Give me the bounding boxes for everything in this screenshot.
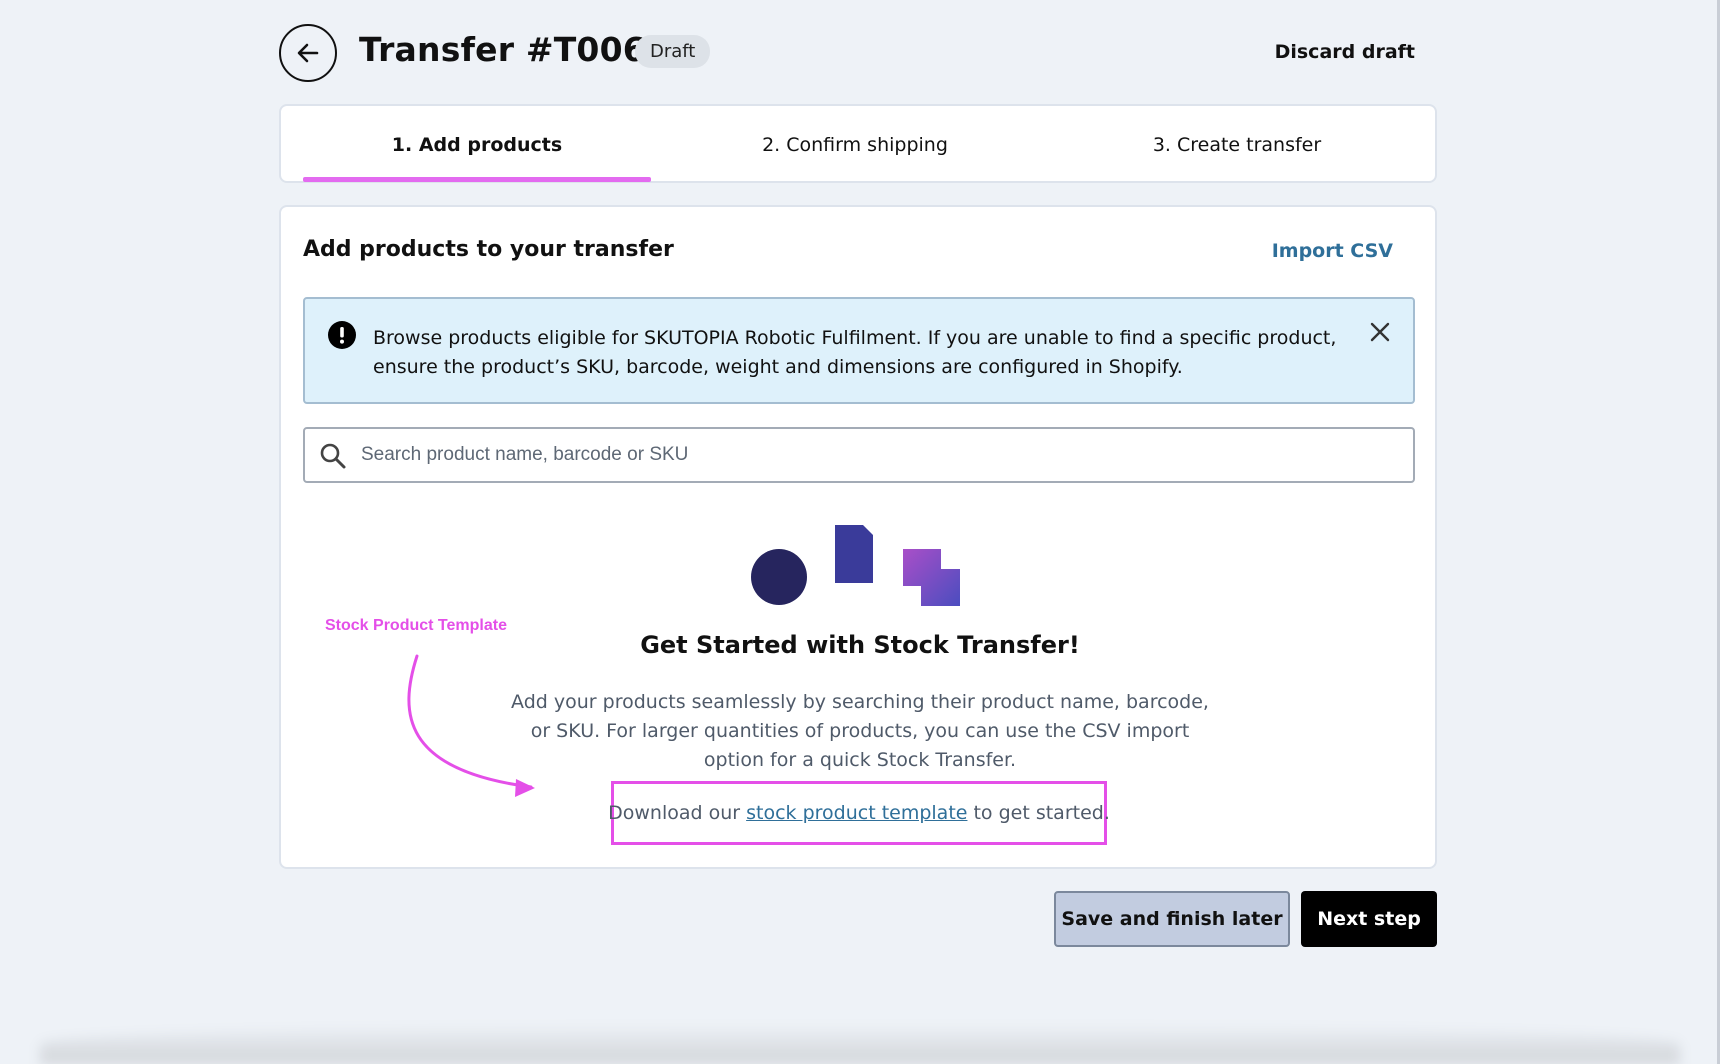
stock-template-link[interactable]: stock product template: [746, 802, 967, 824]
back-button[interactable]: [279, 24, 337, 82]
step-tabs: 1. Add products 2. Confirm shipping 3. C…: [279, 104, 1437, 183]
arrow-left-icon: [297, 43, 319, 63]
search-field: [303, 427, 1415, 483]
next-step-button[interactable]: Next step: [1301, 891, 1437, 947]
status-badge: Draft: [635, 35, 711, 68]
tab-confirm-shipping[interactable]: 2. Confirm shipping: [681, 106, 1029, 183]
download-suffix: to get started.: [973, 802, 1110, 824]
search-input[interactable]: [361, 431, 1401, 479]
add-products-card: Add products to your transfer Import CSV…: [279, 205, 1437, 869]
bottom-shadow: [40, 1024, 1680, 1064]
tab-add-products[interactable]: 1. Add products: [303, 106, 651, 183]
download-prefix: Download our: [608, 802, 741, 824]
info-banner: Browse products eligible for SKUTOPIA Ro…: [303, 297, 1415, 404]
import-csv-button[interactable]: Import CSV: [1272, 240, 1393, 262]
empty-state-illustration: [751, 525, 960, 606]
download-template-highlight: Download our stock product template to g…: [608, 781, 1110, 845]
empty-state-description: Add your products seamlessly by searchin…: [511, 691, 1209, 771]
close-icon: [1370, 322, 1390, 342]
circle-shape: [751, 549, 807, 605]
card-title: Add products to your transfer: [303, 237, 674, 262]
alert-circle-icon: [328, 321, 356, 349]
annotation-arrow-icon: [407, 654, 535, 797]
search-icon: [320, 443, 346, 469]
page-header: Transfer #T0061 Draft Discard draft: [279, 24, 1437, 82]
page-title: Transfer #T0061: [359, 30, 670, 69]
annotation-label: Stock Product Template: [325, 617, 507, 634]
banner-text: Browse products eligible for SKUTOPIA Ro…: [373, 327, 1337, 378]
active-tab-indicator: [303, 177, 651, 182]
discard-draft-button[interactable]: Discard draft: [1275, 41, 1415, 63]
save-and-finish-later-button[interactable]: Save and finish later: [1054, 891, 1290, 947]
close-banner-button[interactable]: [1365, 317, 1395, 347]
overlap-squares-shape: [903, 549, 960, 606]
tab-create-transfer[interactable]: 3. Create transfer: [1063, 106, 1411, 183]
